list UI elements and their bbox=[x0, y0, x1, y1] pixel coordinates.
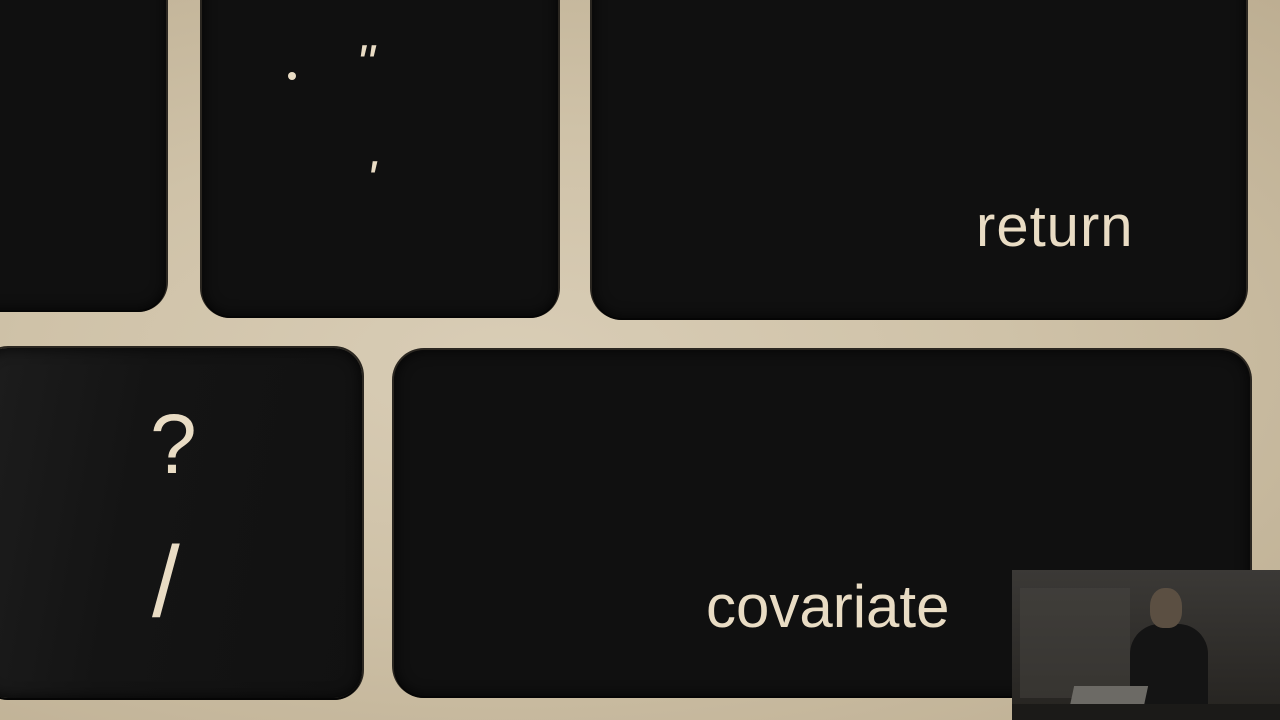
presenter-laptop bbox=[1069, 686, 1149, 706]
quote-key-upper-label: " bbox=[356, 35, 375, 93]
keycap-quote bbox=[202, 0, 558, 316]
keycap-left-partial bbox=[0, 0, 166, 310]
return-key-label: return bbox=[976, 194, 1134, 259]
quote-key-lower-label: ' bbox=[366, 151, 376, 209]
presenter-webcam-inset bbox=[1012, 570, 1280, 720]
slash-key-lower-label: / bbox=[152, 526, 180, 638]
presenter-desk bbox=[1012, 704, 1280, 720]
webcam-background-board bbox=[1020, 588, 1130, 698]
keycap-return bbox=[592, 0, 1246, 318]
quote-key-dot-mark bbox=[288, 72, 296, 80]
shift-key-label: covariate bbox=[706, 573, 950, 640]
presenter-head bbox=[1150, 588, 1182, 628]
slash-key-upper-label: ? bbox=[150, 397, 197, 491]
